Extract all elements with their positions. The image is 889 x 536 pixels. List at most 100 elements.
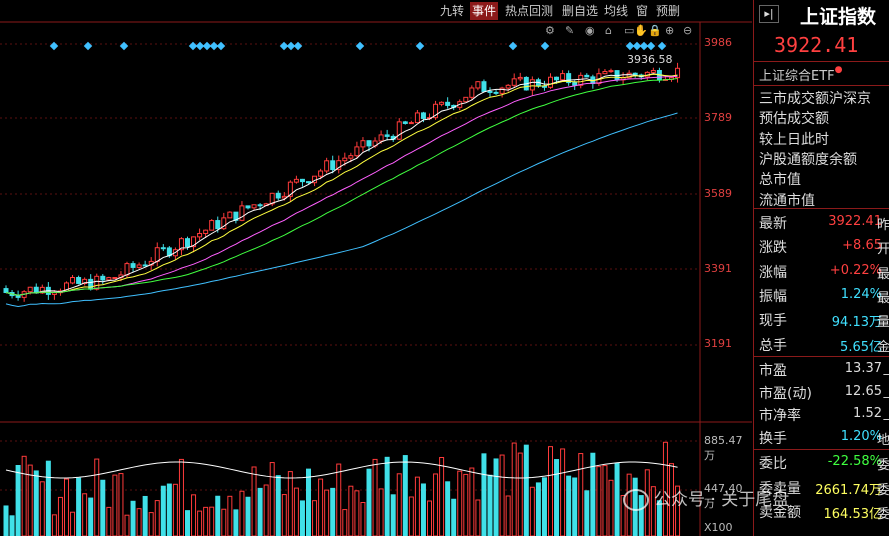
volume-bar xyxy=(154,500,160,536)
toolbar-remove-watchlist-button[interactable]: 删自选 xyxy=(560,2,600,20)
volume-bar xyxy=(172,483,178,536)
etf-label[interactable]: 上证综合ETF xyxy=(759,69,835,84)
candle xyxy=(584,74,590,78)
volume-bar xyxy=(263,484,269,536)
candle xyxy=(481,81,487,92)
volume-bar xyxy=(541,477,547,536)
candle xyxy=(209,220,215,231)
volume-bar xyxy=(360,502,366,536)
hand-icon[interactable]: ✋ xyxy=(634,24,648,37)
quote-row: 涨幅 +0.22% 最 xyxy=(754,262,889,284)
event-marker xyxy=(119,41,129,51)
wechat-icon xyxy=(623,489,649,511)
volume-bar xyxy=(463,473,469,536)
quote-suffix: 委 xyxy=(876,458,889,473)
volume-bar xyxy=(15,465,21,536)
volume-bar xyxy=(191,494,197,536)
volume-bar xyxy=(408,496,414,536)
toolbar-window-button[interactable]: 窗 xyxy=(634,2,650,20)
settings-icon[interactable]: ⚙ xyxy=(545,24,555,37)
candle xyxy=(94,275,100,290)
event-marker xyxy=(216,41,226,51)
quote-value: 1.52 xyxy=(853,406,882,421)
candle xyxy=(402,121,408,124)
quote-value: 1.24% xyxy=(840,286,882,302)
toolbar-pre-delete-button[interactable]: 预删 xyxy=(654,2,682,20)
home-icon[interactable]: ⌂ xyxy=(605,24,612,37)
volume-bar xyxy=(548,446,553,536)
event-marker xyxy=(293,41,303,51)
lock-icon[interactable]: 🔒 xyxy=(648,24,662,37)
candle xyxy=(499,87,505,94)
ma-line xyxy=(5,73,678,296)
volume-bar xyxy=(529,486,535,536)
volume-bar xyxy=(160,485,166,536)
candle xyxy=(378,134,384,142)
candle xyxy=(318,170,324,177)
volume-bar xyxy=(366,468,372,536)
kline-chart-area[interactable]: 九转 事件 热点回测 删自选 均线 窗 预删 ⚙ ✎ ◉ ⌂ ▭ ✋ 🔒 ⊕ ⊖… xyxy=(0,0,752,536)
candle xyxy=(70,277,76,284)
volume-bar xyxy=(318,478,324,536)
quote-row: 市净率 1.52_ xyxy=(754,405,889,427)
candle xyxy=(360,140,366,148)
candle xyxy=(251,204,257,209)
volume-bar xyxy=(51,514,57,536)
volume-bar xyxy=(590,452,596,536)
candle xyxy=(414,112,420,124)
volume-bar xyxy=(445,481,451,536)
related-etf-link[interactable]: 上证综合ETF● xyxy=(759,65,843,84)
quote-suffix: _ xyxy=(884,361,889,376)
quote-row: 委比 -22.58% 委 xyxy=(754,453,889,475)
quote-row: 市盈(动) 12.65_ xyxy=(754,383,889,405)
pen-icon[interactable]: ✎ xyxy=(565,24,574,37)
candle xyxy=(136,264,142,268)
volume-bar xyxy=(578,453,584,536)
candle xyxy=(306,181,311,184)
volume-bar xyxy=(457,470,463,536)
kline-chart[interactable] xyxy=(0,0,752,536)
volume-bar xyxy=(493,458,499,536)
quote-key: 换手 xyxy=(759,430,787,447)
volume-bar xyxy=(299,500,305,536)
candle xyxy=(293,178,299,183)
quote-value: 13.37 xyxy=(844,361,882,376)
candle xyxy=(76,277,82,284)
candle xyxy=(602,71,608,75)
volume-bar xyxy=(178,458,184,536)
volume-bar xyxy=(560,448,566,536)
volume-bar xyxy=(94,458,100,536)
toolbar-hotspot-backtest-button[interactable]: 热点回测 xyxy=(503,2,555,20)
quote-suffix: 委 xyxy=(876,507,889,522)
eye-icon[interactable]: ◉ xyxy=(585,24,595,37)
price-axis-label: 3986 xyxy=(704,36,732,49)
candle xyxy=(330,160,336,171)
volume-bar xyxy=(64,478,69,536)
candle xyxy=(505,84,511,89)
candle xyxy=(548,76,553,88)
candle xyxy=(130,263,136,268)
volume-bar xyxy=(21,455,27,536)
volume-bar xyxy=(245,496,251,536)
volume-bar xyxy=(88,497,94,536)
panel-toggle-icon[interactable]: ▸| xyxy=(759,5,779,23)
quote-row: 涨跌 +8.65 开 xyxy=(754,237,889,259)
toolbar-nine-turn-button[interactable]: 九转 xyxy=(438,2,466,20)
volume-bar xyxy=(378,488,384,536)
zoom-in-icon[interactable]: ⊕ xyxy=(665,24,674,37)
zoom-out-icon[interactable]: ⊖ xyxy=(683,24,692,37)
volume-bar xyxy=(572,477,578,536)
price-axis-label: 3589 xyxy=(704,187,732,200)
screen-icon[interactable]: ▭ xyxy=(624,24,634,37)
volume-bar xyxy=(348,485,354,536)
market-info-label: 沪股通额度余额 xyxy=(759,151,857,168)
toolbar-ma-button[interactable]: 均线 xyxy=(602,2,630,20)
event-marker xyxy=(646,41,656,51)
market-info-label: 较上日此时 xyxy=(759,131,829,148)
volume-bar xyxy=(596,466,602,536)
toolbar-event-button[interactable]: 事件 xyxy=(470,2,499,20)
market-info-label: 流通市值 xyxy=(759,192,815,209)
volume-bar xyxy=(293,487,299,536)
event-marker xyxy=(657,41,667,51)
quote-suffix: 最 xyxy=(876,290,889,306)
